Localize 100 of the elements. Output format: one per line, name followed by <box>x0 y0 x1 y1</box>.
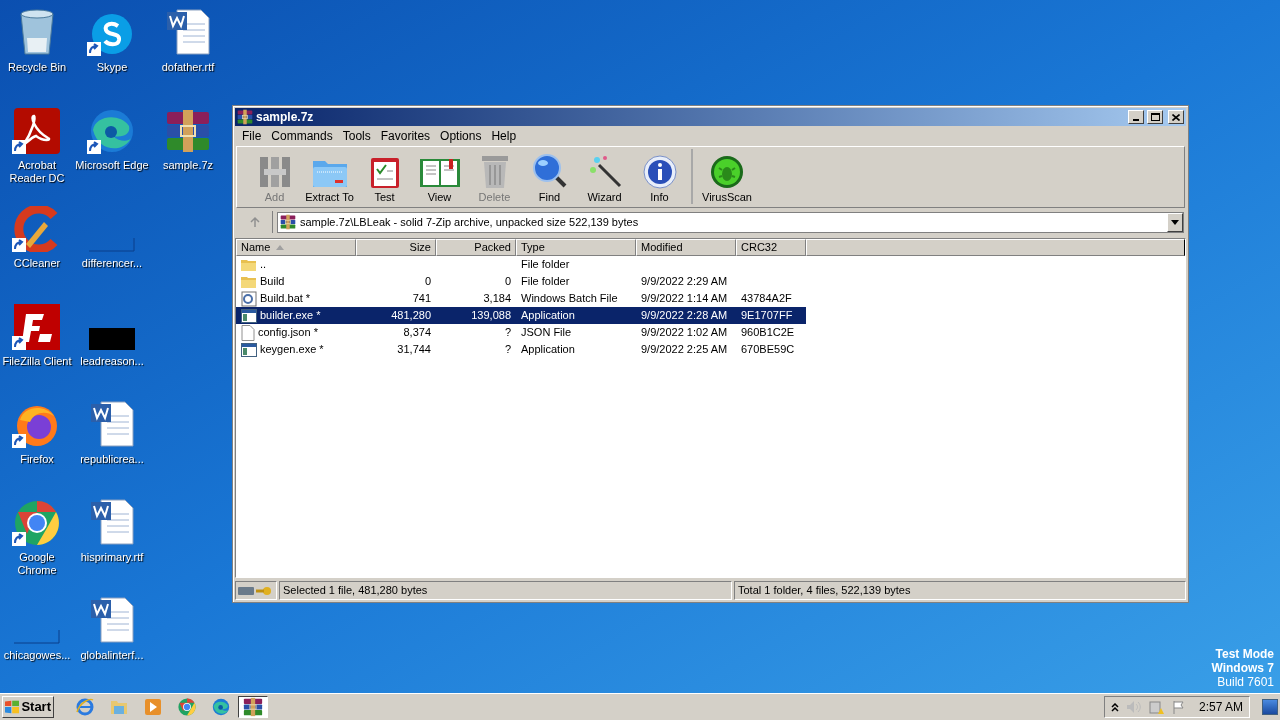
toolbar-button[interactable]: Test <box>357 149 412 204</box>
chat-app-icon <box>90 12 134 56</box>
file-row[interactable]: config.json * 8,374 ? JSON File 9/9/2022 1:02 AM 960B1C2E <box>236 324 806 341</box>
desktop-icon-label[interactable]: republicrea... <box>74 453 150 466</box>
column-header[interactable]: CRC32 <box>736 239 806 256</box>
toolbar-button[interactable]: Find <box>522 149 577 204</box>
menu-item[interactable]: Commands <box>266 127 338 145</box>
column-header[interactable]: Name <box>236 239 356 256</box>
dropdown-button[interactable] <box>1167 212 1183 232</box>
file-row[interactable]: .. File folder <box>236 256 806 273</box>
column-header[interactable]: Size <box>356 239 436 256</box>
table-cell-text: Application <box>521 308 575 324</box>
file-row[interactable]: Build.bat * 741 3,184 Windows Batch File 9/9/2022 1:14 AM 43784A2F <box>236 290 806 307</box>
table-cell-text: keygen.exe * <box>260 342 324 358</box>
browser-icon <box>76 698 94 716</box>
archive-icon <box>165 108 211 154</box>
flag-icon[interactable] <box>1172 700 1186 714</box>
toolbar-button[interactable]: Info <box>632 149 687 204</box>
menu-item[interactable]: Options <box>435 127 487 145</box>
maximize-button[interactable] <box>1147 110 1163 124</box>
menu-item[interactable]: Favorites <box>375 127 436 145</box>
address-field[interactable]: sample.7z\LBLeak - solid 7-Zip archive, unpacked size 522,139 bytes <box>277 211 1184 233</box>
bug-icon <box>710 155 744 189</box>
column-header[interactable]: Type <box>516 239 636 256</box>
window-title: sample.7z <box>256 109 314 126</box>
windows-logo-icon <box>5 700 20 714</box>
shortcut-arrow-icon <box>12 140 26 154</box>
desktop-icon-label[interactable]: sample.7z <box>150 159 226 172</box>
table-cell-text: builder.exe * <box>260 308 321 324</box>
desktop-icon-label[interactable]: globalinterf... <box>74 649 150 662</box>
document-icon <box>89 596 135 644</box>
file-row[interactable]: builder.exe * 481,280 139,088 Application 9/9/2022 2:28 AM 9E1707FF <box>236 307 806 324</box>
caret-icon <box>1171 219 1179 225</box>
browser-icon <box>89 108 135 154</box>
os-mode-text: Test Mode <box>1215 647 1274 661</box>
table-cell-text: Application <box>521 342 575 358</box>
desktop-icon-label[interactable]: Recycle Bin <box>0 61 75 74</box>
table-cell-text: 43784A2F <box>741 291 792 307</box>
ftp-app-icon <box>14 304 60 350</box>
desktop-icon-label[interactable]: leadreason... <box>74 355 150 368</box>
browser-icon <box>178 698 196 716</box>
status-text: Total 1 folder, 4 files, 522,139 bytes <box>738 583 911 599</box>
clipboard-check-icon <box>368 155 401 189</box>
table-cell-text: 9/9/2022 1:02 AM <box>641 325 728 341</box>
trash-can-icon <box>479 153 510 189</box>
menu-item[interactable]: Tools <box>337 127 376 145</box>
start-button[interactable]: Start <box>2 696 54 718</box>
column-header[interactable]: Packed <box>436 239 516 256</box>
clock[interactable]: 2:57 AM <box>1199 698 1243 716</box>
document-icon <box>89 400 135 448</box>
table-cell-text: 9/9/2022 2:29 AM <box>641 274 728 290</box>
desktop-icon-label[interactable]: FileZilla Client <box>0 355 75 368</box>
menu-item[interactable]: File <box>237 127 267 145</box>
desktop-icon-label[interactable]: Acrobat Reader DC <box>0 159 75 185</box>
desktop-icon-label[interactable]: Microsoft Edge <box>74 159 150 172</box>
menu-item[interactable]: Help <box>486 127 522 145</box>
chevron-up-icon[interactable] <box>1111 702 1119 712</box>
desktop-icon-label[interactable]: chicagowes... <box>0 649 75 662</box>
table-cell-text: Build <box>260 274 285 290</box>
desktop-icon-label[interactable]: CCleaner <box>0 257 75 270</box>
folder-icon <box>110 699 128 715</box>
desktop-icon-label[interactable]: Google Chrome <box>0 551 75 577</box>
table-cell-text: 741 <box>412 291 431 307</box>
minimize-button[interactable] <box>1128 110 1144 124</box>
desktop-icon-label[interactable]: hisprimary.rtf <box>74 551 150 564</box>
table-cell-text: 31,744 <box>397 342 431 358</box>
table-cell-text: 9/9/2022 2:25 AM <box>641 342 728 358</box>
table-cell-text: Build.bat * <box>260 291 311 307</box>
show-desktop-button[interactable] <box>1262 699 1278 715</box>
toolbar-button[interactable]: VirusScan <box>691 149 755 204</box>
archive-icon <box>280 214 296 230</box>
table-cell-text: 8,374 <box>403 325 431 341</box>
table-cell-text: JSON File <box>521 325 572 341</box>
document-icon <box>165 8 211 56</box>
toolbar-button[interactable]: View <box>412 149 467 204</box>
file-row[interactable]: keygen.exe * 31,744 ? Application 9/9/2022 2:25 AM 670BE59C <box>236 341 806 358</box>
toolbar-button[interactable]: Wizard <box>577 149 632 204</box>
table-cell-text: 139,088 <box>471 308 511 324</box>
table-cell-text: 3,184 <box>483 291 511 307</box>
table-cell-text: 960B1C2E <box>741 325 795 341</box>
column-header[interactable]: Modified <box>636 239 736 256</box>
shortcut-arrow-icon <box>87 42 101 56</box>
recycle-bin-icon <box>17 8 57 56</box>
archive-icon <box>243 697 263 717</box>
table-cell-text: 0 <box>424 274 431 290</box>
table-cell-text: 670BE59C <box>741 342 795 358</box>
close-button[interactable] <box>1168 110 1184 124</box>
shortcut-arrow-icon <box>12 336 26 350</box>
toolbar-button[interactable]: Extract To <box>302 149 357 204</box>
table-cell-text: config.json * <box>258 325 318 341</box>
pdf-app-icon <box>14 108 60 154</box>
os-mode-text: Build 7601 <box>1217 675 1274 689</box>
desktop-icon-label[interactable]: Skype <box>74 61 150 74</box>
desktop-icon-label[interactable]: dofather.rtf <box>150 61 226 74</box>
table-cell-text: 9/9/2022 1:14 AM <box>641 291 728 307</box>
file-row[interactable]: Build 0 0 File folder 9/9/2022 2:29 AM <box>236 273 806 290</box>
document-icon <box>89 498 135 546</box>
desktop-icon-label[interactable]: differencer... <box>74 257 150 270</box>
taskbar-button[interactable] <box>238 696 268 718</box>
desktop-icon-label[interactable]: Firefox <box>0 453 75 466</box>
